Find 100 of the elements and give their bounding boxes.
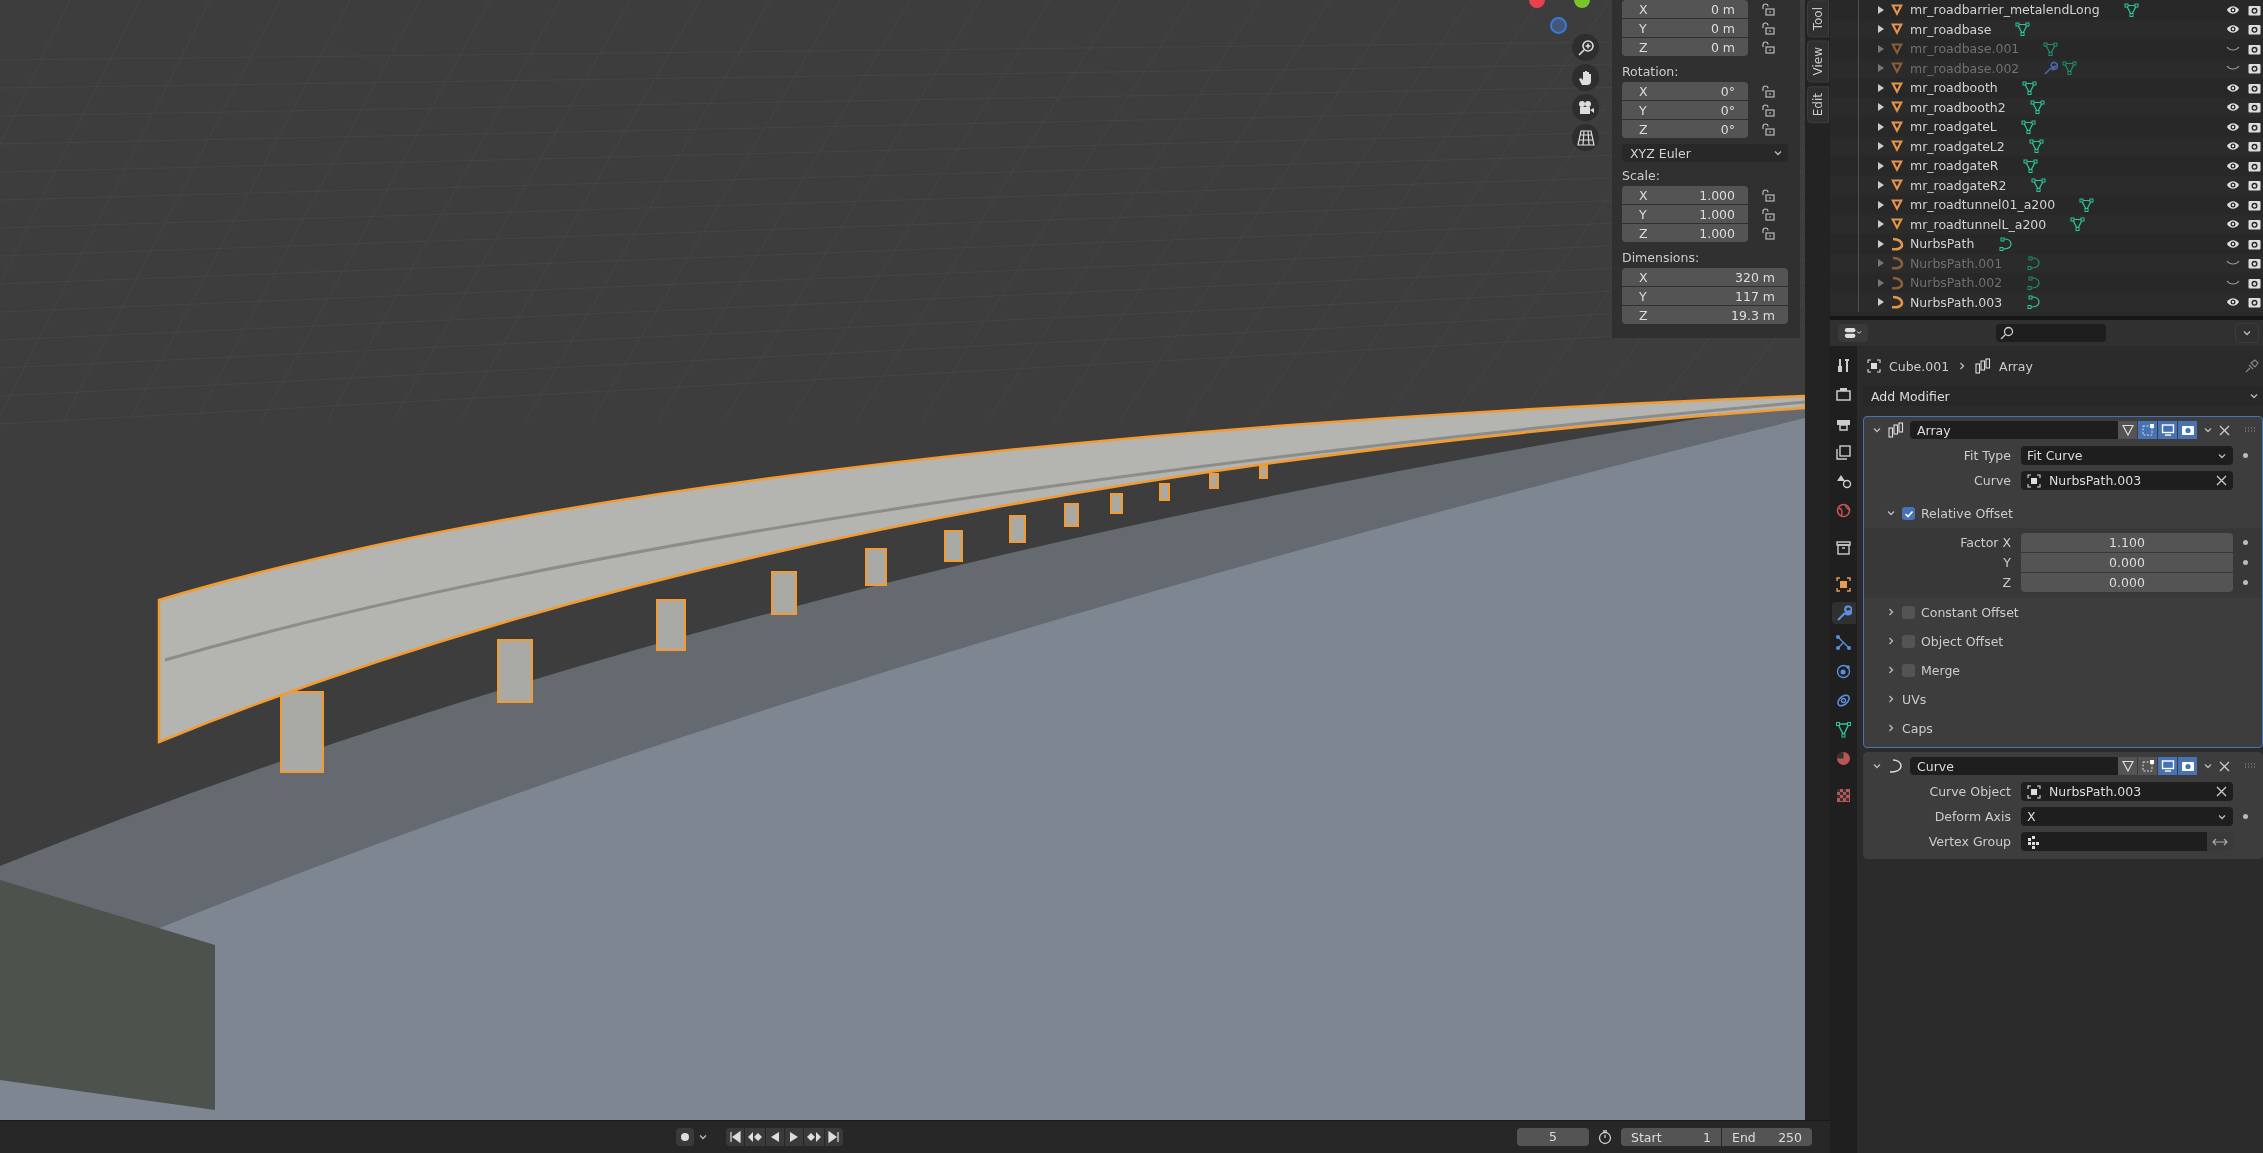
drag-handle-icon[interactable] (2244, 763, 2256, 769)
camera-icon[interactable] (2248, 159, 2261, 172)
start-frame-field[interactable]: Start 1 (1621, 1128, 1721, 1146)
keyframe-dot[interactable] (2243, 559, 2248, 565)
number-field[interactable]: 0.000 (2021, 572, 2233, 592)
outliner-item[interactable]: NurbsPath.003 (1910, 294, 2003, 310)
outliner-item[interactable]: mr_roadgateR2 (1910, 177, 2007, 193)
number-field[interactable]: Z 19.3 m (1622, 306, 1788, 324)
edit-mode-toggle[interactable] (2118, 421, 2137, 439)
outliner-item[interactable]: mr_roadtunnelL_a200 (1910, 216, 2047, 232)
camera-icon[interactable] (2248, 276, 2261, 289)
camera-icon[interactable] (2248, 23, 2261, 36)
eye-icon[interactable] (2226, 4, 2240, 15)
close-icon[interactable] (2216, 786, 2227, 797)
camera-icon[interactable] (2248, 237, 2261, 250)
outliner-item[interactable]: NurbsPath (1910, 236, 1975, 252)
camera-icon[interactable] (2248, 179, 2261, 192)
edit-mode-toggle[interactable] (2118, 757, 2137, 775)
lock-icon[interactable] (1762, 122, 1775, 136)
jump-start-button[interactable] (726, 1128, 744, 1146)
lock-icon[interactable] (1762, 21, 1775, 35)
name-field[interactable]: Curve (1910, 757, 2118, 775)
number-field[interactable]: Z 1.000 (1622, 224, 1748, 242)
z-axis-icon[interactable] (1550, 17, 1567, 34)
number-field[interactable]: Y 0° (1622, 101, 1748, 119)
pin-icon[interactable] (2245, 359, 2259, 373)
expand-arrow-icon[interactable] (1877, 5, 1885, 14)
number-field[interactable]: Z 0° (1622, 120, 1748, 138)
jump-end-button[interactable] (825, 1128, 843, 1146)
object-field[interactable]: NurbsPath.003 (2021, 471, 2233, 490)
number-field[interactable]: 1.100 (2021, 532, 2233, 552)
viewport-toggle[interactable] (2158, 757, 2177, 775)
outliner-item[interactable]: mr_roadbarrier_metalendLong (1910, 2, 2100, 18)
close-icon[interactable] (2219, 424, 2230, 436)
camera-icon[interactable] (2248, 101, 2261, 114)
expand-arrow-icon[interactable] (1877, 239, 1885, 248)
eye-icon[interactable] (2226, 82, 2240, 93)
expand-arrow-icon[interactable] (1877, 122, 1885, 131)
rotation-mode-dropdown[interactable]: XYZ Euler (1622, 144, 1788, 162)
number-field[interactable]: X 1.000 (1622, 186, 1748, 204)
camera-view-button[interactable] (1572, 94, 1599, 121)
outliner-item[interactable]: mr_roadgateL (1910, 119, 1997, 135)
camera-icon[interactable] (2248, 3, 2261, 16)
number-field[interactable]: Y 0 m (1622, 19, 1748, 37)
search-field[interactable] (1996, 324, 2106, 342)
camera-icon[interactable] (2248, 81, 2261, 94)
close-icon[interactable] (2216, 475, 2227, 486)
outliner-item[interactable]: mr_roadgateL2 (1910, 138, 2005, 154)
play-button[interactable] (785, 1128, 803, 1146)
subpanel-header[interactable]: Relative Offset (1921, 506, 2013, 521)
camera-icon[interactable] (2248, 62, 2261, 75)
editor-type-button[interactable] (1838, 324, 1868, 342)
keyframe-dot[interactable] (2243, 453, 2248, 458)
close-icon[interactable] (2219, 760, 2230, 772)
eye-icon[interactable] (2226, 102, 2240, 113)
drag-handle-icon[interactable] (2244, 427, 2256, 433)
eye-icon[interactable] (2226, 160, 2240, 171)
expand-arrow-icon[interactable] (1877, 25, 1885, 34)
current-frame-field[interactable]: 5 (1517, 1128, 1589, 1146)
eye-icon[interactable] (2226, 121, 2240, 132)
number-field[interactable]: Y 117 m (1622, 287, 1788, 305)
ortho-toggle-button[interactable] (1572, 124, 1599, 151)
eye-icon[interactable] (2226, 199, 2240, 210)
record-button[interactable] (676, 1128, 694, 1146)
number-field[interactable]: X 0° (1622, 82, 1748, 100)
lock-icon[interactable] (1762, 103, 1775, 117)
checkbox[interactable] (1902, 507, 1915, 520)
keyframe-dot[interactable] (2243, 579, 2248, 585)
lock-icon[interactable] (1762, 2, 1775, 16)
expand-arrow-icon[interactable] (1877, 220, 1885, 229)
lock-icon[interactable] (1762, 40, 1775, 54)
expand-arrow-icon[interactable] (1877, 200, 1885, 209)
play-reverse-button[interactable] (766, 1128, 784, 1146)
on-cage-toggle[interactable] (2138, 421, 2157, 439)
expand-arrow-icon[interactable] (1877, 83, 1885, 92)
eye-icon[interactable] (2226, 238, 2240, 249)
options-dropdown[interactable] (2235, 323, 2259, 343)
eye-icon[interactable] (2226, 219, 2240, 230)
sidebar-tab[interactable]: Edit (1806, 85, 1829, 124)
subpanel-header[interactable]: Object Offset (1921, 634, 2004, 649)
camera-icon[interactable] (2248, 42, 2261, 55)
previous-keyframe-button[interactable] (745, 1128, 765, 1146)
eye-icon[interactable] (2226, 24, 2240, 35)
outliner-item[interactable]: mr_roadbooth2 (1910, 99, 2006, 115)
pan-button[interactable] (1572, 64, 1599, 91)
camera-icon[interactable] (2248, 218, 2261, 231)
eye-icon[interactable] (2226, 180, 2240, 191)
expand-arrow-icon[interactable] (1877, 161, 1885, 170)
number-field[interactable]: Y 1.000 (1622, 205, 1748, 223)
keyframe-dot[interactable] (2243, 814, 2248, 819)
expand-arrow-icon[interactable] (1877, 181, 1885, 190)
outliner-item[interactable]: mr_roadtunnel01_a200 (1910, 197, 2056, 213)
subpanel-header[interactable]: Caps (1902, 721, 1933, 736)
outliner-item[interactable]: mr_roadbooth (1910, 80, 1998, 96)
eye-icon[interactable] (2226, 297, 2240, 308)
expand-arrow-icon[interactable] (1877, 142, 1885, 151)
end-frame-field[interactable]: End 250 (1722, 1128, 1812, 1146)
keyframe-dot[interactable] (2243, 539, 2248, 545)
expand-arrow-icon[interactable] (1877, 298, 1885, 307)
number-field[interactable]: X 0 m (1622, 0, 1748, 18)
